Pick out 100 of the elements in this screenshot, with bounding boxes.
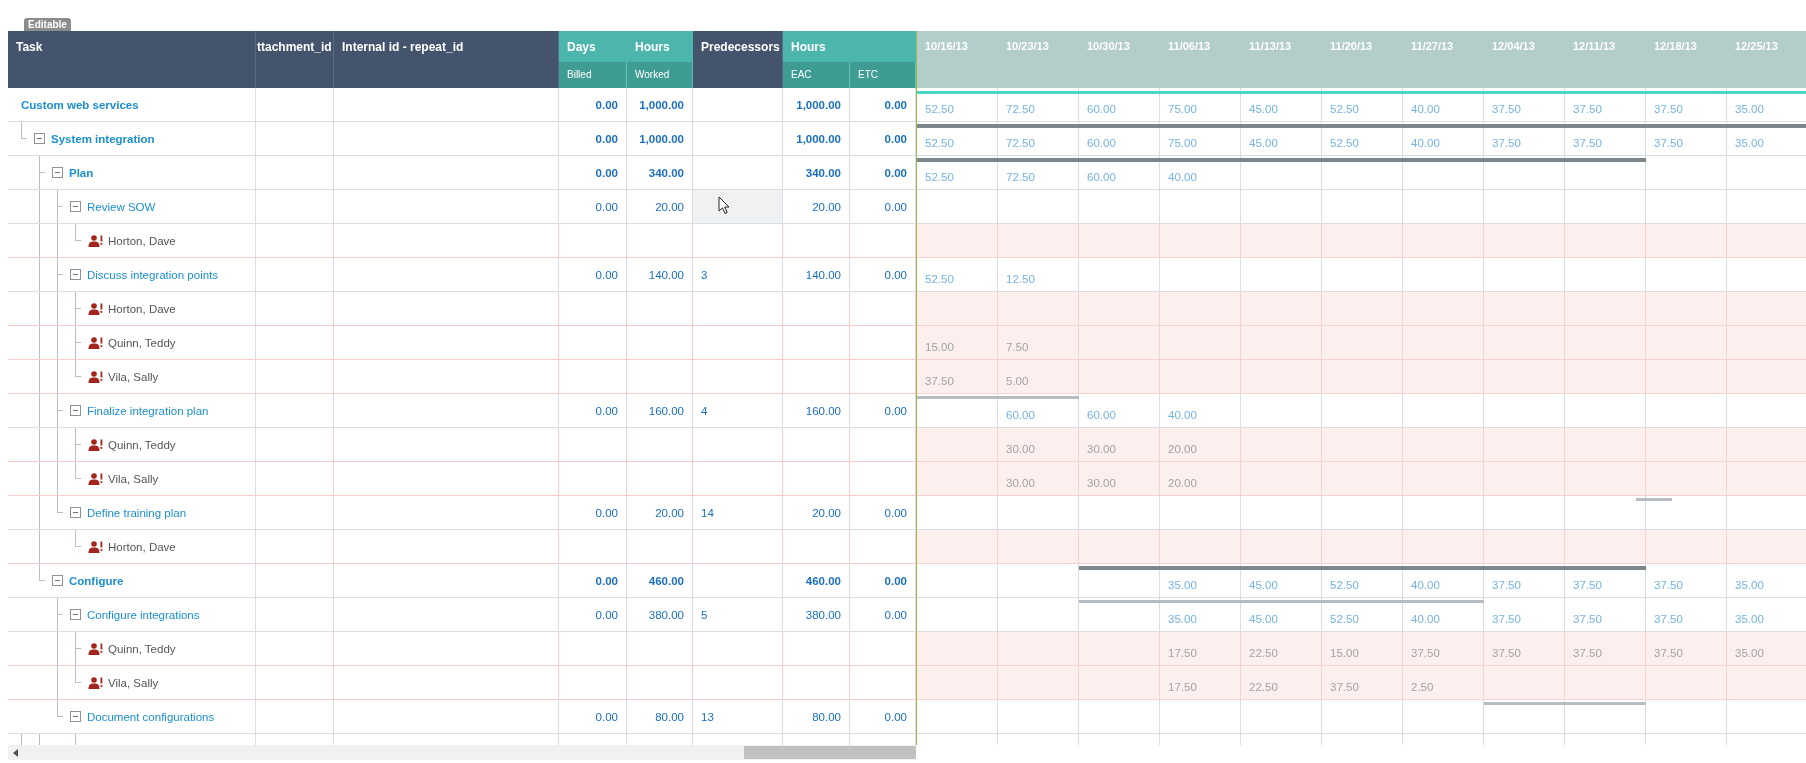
task-bar-segment[interactable] xyxy=(998,396,1079,399)
gantt-cell: 15.00 xyxy=(1322,632,1403,666)
summary-bar-segment[interactable] xyxy=(1079,566,1160,570)
table-cell: 1,000.00 xyxy=(783,122,850,156)
summary-bar-segment[interactable] xyxy=(1727,124,1806,128)
task-bar-segment[interactable] xyxy=(1484,702,1565,705)
column-header[interactable]: ETC xyxy=(850,62,916,88)
table-cell: 5 xyxy=(693,598,783,632)
table-cell xyxy=(559,360,627,394)
resource-name[interactable]: Quinn, Teddy xyxy=(108,438,176,451)
task-name[interactable]: Define training plan xyxy=(87,506,187,519)
resource-name[interactable]: Vila, Sally xyxy=(108,472,159,485)
summary-bar-segment[interactable] xyxy=(1241,158,1322,162)
resource-name[interactable]: Horton, Dave xyxy=(108,234,176,247)
collapse-icon[interactable] xyxy=(70,201,81,212)
summary-bar-segment[interactable] xyxy=(1565,124,1646,128)
summary-bar-segment[interactable] xyxy=(1484,158,1565,162)
collapse-icon[interactable] xyxy=(52,167,63,178)
table-cell[interactable] xyxy=(693,190,783,224)
column-group-header: Hours xyxy=(783,31,916,62)
task-bar-segment[interactable] xyxy=(1241,600,1322,603)
collapse-icon[interactable] xyxy=(70,711,81,722)
collapse-icon[interactable] xyxy=(70,269,81,280)
gantt-cell: 30.00 xyxy=(998,462,1079,496)
resource-name[interactable]: Horton, Dave xyxy=(108,540,176,553)
summary-bar-segment[interactable] xyxy=(1322,158,1403,162)
table-cell: 4 xyxy=(693,394,783,428)
column-header[interactable]: EAC xyxy=(783,62,850,88)
summary-bar-segment[interactable] xyxy=(1079,158,1160,162)
table-cell xyxy=(783,428,850,462)
summary-bar-segment[interactable] xyxy=(917,124,998,128)
summary-bar-segment[interactable] xyxy=(1565,566,1646,570)
column-header[interactable]: ttachment_id xyxy=(256,31,334,88)
milestone-bar[interactable] xyxy=(1636,498,1672,501)
summary-bar-segment[interactable] xyxy=(1646,124,1727,128)
resource-name[interactable]: Horton, Dave xyxy=(108,302,176,315)
table-cell: 0.00 xyxy=(850,700,916,734)
collapse-icon[interactable] xyxy=(70,609,81,620)
column-header[interactable]: Internal id - repeat_id xyxy=(334,31,559,88)
table-cell xyxy=(850,292,916,326)
task-bar-segment[interactable] xyxy=(1160,600,1241,603)
task-bar-segment[interactable] xyxy=(1403,600,1484,603)
table-cell: 20.00 xyxy=(627,496,693,530)
horizontal-scrollbar[interactable] xyxy=(8,745,916,760)
task-name[interactable]: Configure xyxy=(69,574,124,587)
task-bar-segment[interactable] xyxy=(1565,702,1646,705)
column-header[interactable]: Task xyxy=(8,31,256,88)
resource-name[interactable]: Quinn, Teddy xyxy=(108,336,176,349)
task-name[interactable]: System integration xyxy=(51,132,155,145)
task-name[interactable]: Review SOW xyxy=(87,200,156,213)
summary-bar-segment[interactable] xyxy=(1160,158,1241,162)
summary-bar-segment[interactable] xyxy=(1241,566,1322,570)
gantt-cell: 35.00 xyxy=(1727,632,1806,666)
summary-bar-segment[interactable] xyxy=(1403,124,1484,128)
column-header[interactable]: Worked xyxy=(627,62,693,88)
column-header[interactable]: Predecessors xyxy=(693,31,783,88)
summary-bar-segment[interactable] xyxy=(1403,158,1484,162)
summary-bar-segment[interactable] xyxy=(998,124,1079,128)
resource-name[interactable]: Vila, Sally xyxy=(108,370,159,383)
summary-bar-segment[interactable] xyxy=(998,158,1079,162)
table-cell xyxy=(559,428,627,462)
table-cell xyxy=(627,632,693,666)
gantt-cell: 37.50 xyxy=(1646,88,1727,122)
summary-bar-segment[interactable] xyxy=(917,158,998,162)
table-cell xyxy=(559,326,627,360)
gantt-cell: 37.50 xyxy=(1322,666,1403,700)
summary-bar-segment[interactable] xyxy=(1484,566,1565,570)
gantt-cell: 35.00 xyxy=(1727,564,1806,598)
week-label: 11/06/13 xyxy=(1168,40,1211,52)
summary-bar-segment[interactable] xyxy=(1241,124,1322,128)
scrollbar-thumb[interactable] xyxy=(744,746,916,759)
table-cell xyxy=(559,224,627,258)
column-header[interactable]: Billed xyxy=(559,62,627,88)
summary-bar-segment[interactable] xyxy=(1160,124,1241,128)
task-bar-segment[interactable] xyxy=(1322,600,1403,603)
summary-bar-segment[interactable] xyxy=(1484,124,1565,128)
task-name[interactable]: Plan xyxy=(69,166,94,179)
gantt-cell: 52.50 xyxy=(917,88,998,122)
gantt-cell: 22.50 xyxy=(1241,632,1322,666)
task-name[interactable]: Finalize integration plan xyxy=(87,404,209,417)
summary-bar-segment[interactable] xyxy=(1079,124,1160,128)
resource-name[interactable]: Vila, Sally xyxy=(108,676,159,689)
resource-name[interactable]: Quinn, Teddy xyxy=(108,642,176,655)
collapse-icon[interactable] xyxy=(34,133,45,144)
summary-bar-segment[interactable] xyxy=(1322,124,1403,128)
week-label: 12/04/13 xyxy=(1492,40,1535,52)
scroll-left-icon[interactable] xyxy=(13,748,19,757)
summary-bar-segment[interactable] xyxy=(1565,158,1646,162)
collapse-icon[interactable] xyxy=(70,507,81,518)
summary-bar-segment[interactable] xyxy=(1403,566,1484,570)
task-bar-segment[interactable] xyxy=(1079,600,1160,603)
task-name[interactable]: Document configurations xyxy=(87,710,215,723)
summary-bar-segment[interactable] xyxy=(1322,566,1403,570)
collapse-icon[interactable] xyxy=(52,575,63,586)
task-bar-segment[interactable] xyxy=(917,396,998,399)
summary-bar-segment[interactable] xyxy=(1160,566,1241,570)
task-name[interactable]: Discuss integration points xyxy=(87,268,219,281)
task-name[interactable]: Custom web services xyxy=(21,98,139,111)
collapse-icon[interactable] xyxy=(70,405,81,416)
task-name[interactable]: Configure integrations xyxy=(87,608,200,621)
